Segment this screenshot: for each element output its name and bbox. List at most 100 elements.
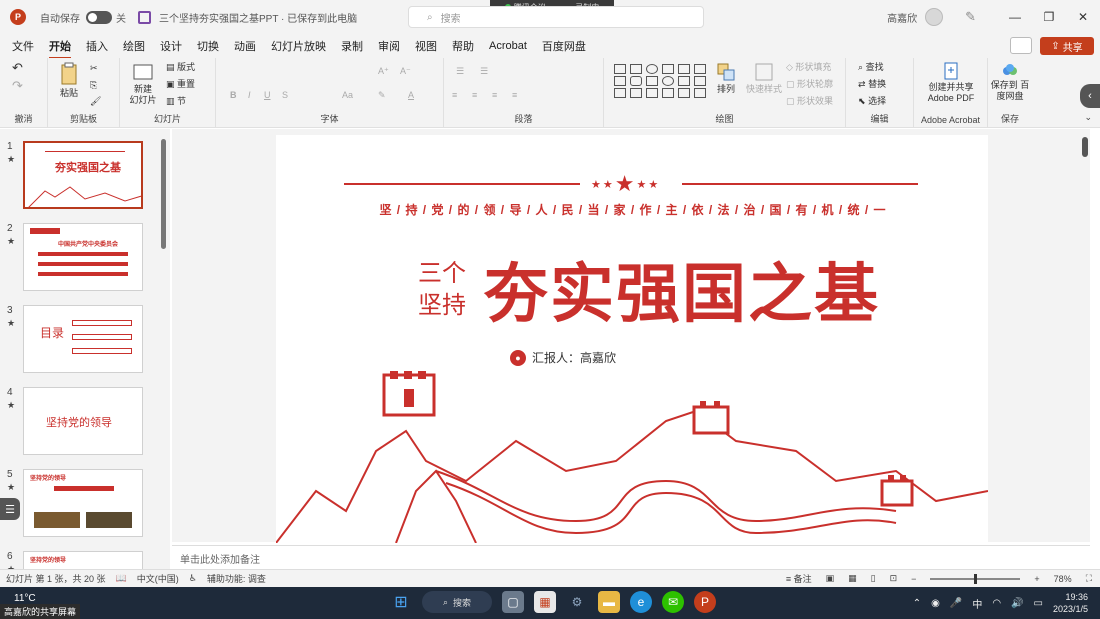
arrange-button[interactable]: 排列	[712, 62, 740, 95]
thumbnail-5[interactable]: 5 ★ 坚持党的领导	[0, 469, 160, 543]
thumbnail-image[interactable]: 中国共产党中央委员会	[23, 223, 143, 291]
spellcheck-icon[interactable]: 📖	[116, 573, 127, 584]
clock[interactable]: 19:36 2023/1/5	[1053, 591, 1088, 615]
zoom-in-icon[interactable]: +	[1034, 574, 1039, 584]
comments-button[interactable]	[1010, 37, 1032, 54]
zoom-slider[interactable]	[930, 573, 1021, 584]
menu-file[interactable]: 文件	[12, 38, 34, 54]
save-icon[interactable]	[138, 10, 151, 24]
normal-view-icon[interactable]: ▣	[826, 573, 835, 584]
microphone-icon[interactable]: 🎤	[950, 598, 962, 609]
replace-button[interactable]: ⇄ 替换	[858, 79, 886, 90]
menu-acrobat[interactable]: Acrobat	[489, 40, 527, 52]
justify-icon[interactable]: ≡	[512, 90, 517, 101]
document-title[interactable]: 三个坚持夯实强国之基PPT · 已保存到此电脑	[159, 10, 357, 25]
slide-sorter-icon[interactable]: ▦	[848, 573, 857, 584]
find-button[interactable]: ⌕ 查找	[858, 62, 884, 73]
paste-button[interactable]: 粘贴	[54, 62, 84, 99]
minimize-icon[interactable]: —	[998, 10, 1032, 24]
powerpoint-taskbar-icon[interactable]: P	[694, 591, 716, 613]
windows-start-icon[interactable]: ⊞	[390, 591, 412, 613]
menu-home[interactable]: 开始	[49, 38, 71, 59]
ribbon-collapse-icon[interactable]: ⌄	[1084, 112, 1092, 123]
layout-button[interactable]: ▤ 版式	[166, 62, 195, 73]
share-button[interactable]: ⇪ 共享	[1040, 37, 1094, 55]
strikethrough-button[interactable]: S	[282, 90, 288, 101]
side-panel-arrow-icon[interactable]: ‹	[1080, 84, 1100, 108]
menu-design[interactable]: 设计	[160, 38, 182, 54]
format-painter-icon[interactable]: 🖌	[90, 96, 101, 107]
bold-button[interactable]: B	[230, 90, 237, 101]
weather-temperature[interactable]: 11°C	[14, 593, 36, 604]
canvas-vertical-scrollbar[interactable]	[1082, 137, 1088, 157]
notes-toggle-icon[interactable]: ☰	[0, 498, 20, 520]
italic-button[interactable]: I	[248, 90, 251, 101]
search-input[interactable]: ⌕ 搜索	[408, 6, 704, 28]
menu-transitions[interactable]: 切换	[197, 38, 219, 54]
save-baidu-button[interactable]: 保存到 百度网盘	[988, 62, 1032, 102]
reset-button[interactable]: ▣ 重置	[166, 79, 195, 90]
shape-fill-button[interactable]: ◇ 形状填充	[786, 62, 831, 73]
menu-record[interactable]: 录制	[341, 38, 363, 54]
file-explorer-icon[interactable]: ▬	[598, 591, 620, 613]
thumbnail-1[interactable]: 1 ★ 夯实强国之基	[0, 141, 160, 215]
shapes-gallery[interactable]	[614, 64, 708, 98]
undo-icon[interactable]: ↶	[12, 61, 23, 74]
quick-styles-button[interactable]: 快速样式	[744, 62, 784, 95]
font-shrink-icon[interactable]: A⁻	[400, 66, 411, 77]
current-slide[interactable]: ★★★★★ 坚 / 持 / 党 / 的 / 领 / 导 / 人 / 民 / 当 …	[276, 135, 988, 543]
change-case-button[interactable]: Aa	[342, 90, 353, 101]
align-right-icon[interactable]: ≡	[492, 90, 497, 101]
menu-view[interactable]: 视图	[415, 38, 437, 54]
underline-button[interactable]: U	[264, 90, 271, 101]
ime-indicator[interactable]: 中	[972, 596, 982, 611]
font-color-icon[interactable]: A	[408, 90, 414, 101]
thumbnail-4[interactable]: 4 ★ 坚持党的领导	[0, 387, 160, 461]
cut-icon[interactable]: ✂	[90, 63, 98, 74]
font-grow-icon[interactable]: A⁺	[378, 66, 389, 77]
thumbnail-image[interactable]: 目录	[23, 305, 143, 373]
thumbnail-scrollbar[interactable]	[161, 139, 166, 249]
new-slide-button[interactable]: 新建 幻灯片	[124, 62, 162, 106]
accessibility-text[interactable]: 辅助功能: 调查	[207, 572, 266, 585]
tray-chevron-icon[interactable]: ⌃	[913, 598, 921, 609]
shape-outline-button[interactable]: ▢ 形状轮廓	[786, 79, 833, 90]
thumbnail-image[interactable]: 夯实强国之基	[23, 141, 143, 209]
volume-icon[interactable]: 🔊	[1011, 598, 1023, 609]
restore-icon[interactable]: ❐	[1032, 10, 1066, 24]
align-center-icon[interactable]: ≡	[472, 90, 477, 101]
store-icon[interactable]: ▦	[534, 591, 556, 613]
battery-icon[interactable]: ▭	[1034, 598, 1043, 609]
settings-icon[interactable]: ⚙	[566, 591, 588, 613]
align-left-icon[interactable]: ≡	[452, 90, 457, 101]
numbering-icon[interactable]: ☰	[480, 66, 488, 77]
edge-browser-icon[interactable]: e	[630, 591, 652, 613]
zoom-level[interactable]: 78%	[1054, 574, 1072, 584]
taskbar-search[interactable]: ⌕ 搜索	[422, 591, 492, 613]
thumbnail-3[interactable]: 3 ★ 目录	[0, 305, 160, 379]
select-button[interactable]: ⬉ 选择	[858, 96, 886, 107]
menu-review[interactable]: 审阅	[378, 38, 400, 54]
thumbnail-6[interactable]: 6 ★ 坚持党的领导	[0, 551, 160, 569]
thumbnail-image[interactable]: 坚持党的领导	[23, 387, 143, 455]
wechat-icon[interactable]: ✉	[662, 591, 684, 613]
thumbnail-image[interactable]: 坚持党的领导	[23, 469, 143, 537]
shape-effects-button[interactable]: ▢ 形状效果	[786, 96, 833, 107]
thumbnail-2[interactable]: 2 ★ 中国共产党中央委员会	[0, 223, 160, 297]
thumbnail-image[interactable]: 坚持党的领导	[23, 551, 143, 569]
highlight-icon[interactable]: ✎	[378, 90, 386, 101]
bullets-icon[interactable]: ☰	[456, 66, 464, 77]
autosave-toggle[interactable]	[86, 10, 112, 24]
menu-slideshow[interactable]: 幻灯片放映	[271, 38, 326, 54]
fit-slide-icon[interactable]: ⛶	[1086, 573, 1092, 584]
menu-help[interactable]: 帮助	[452, 38, 474, 54]
section-button[interactable]: ▥ 节	[166, 96, 186, 107]
notes-button[interactable]: ≡ 备注	[786, 572, 812, 585]
create-pdf-button[interactable]: 创建并共享 Adobe PDF	[920, 62, 982, 104]
menu-insert[interactable]: 插入	[86, 38, 108, 54]
wifi-icon[interactable]: ◠	[992, 598, 1001, 609]
avatar[interactable]	[925, 8, 944, 26]
reading-view-icon[interactable]: ▯	[871, 573, 876, 584]
close-icon[interactable]: ✕	[1066, 10, 1100, 24]
copy-icon[interactable]: ⎘	[90, 80, 97, 91]
